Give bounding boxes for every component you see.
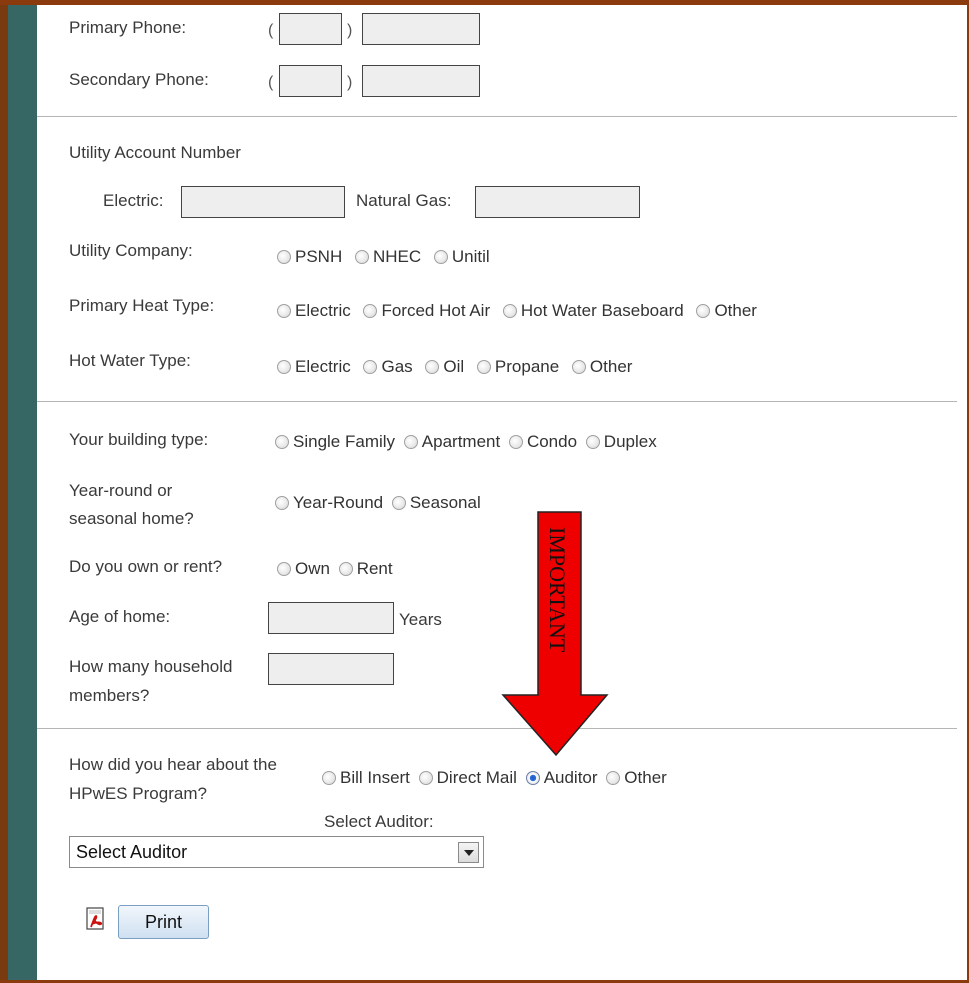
electric-account-input[interactable] [181, 186, 345, 218]
pdf-icon[interactable] [86, 907, 108, 931]
radio-nhec[interactable] [354, 250, 369, 264]
divider [37, 728, 957, 729]
radio-duplex[interactable] [585, 435, 600, 449]
paren-open: ( [268, 74, 274, 91]
paren-open: ( [268, 22, 274, 39]
referral-options: Bill Insert Direct Mail Auditor Other [320, 768, 673, 788]
option-label: Auditor [543, 768, 598, 787]
years-unit-label: Years [399, 610, 442, 629]
utility-company-label: Utility Company: [69, 241, 193, 260]
option-label: Electric [295, 357, 351, 376]
radio-unitil[interactable] [433, 250, 448, 264]
radio-heat-other[interactable] [696, 304, 711, 318]
radio-water-other[interactable] [571, 360, 586, 374]
important-text: IMPORTANT [545, 527, 570, 653]
paren-close: ) [347, 74, 353, 91]
utility-account-heading: Utility Account Number [69, 143, 241, 162]
radio-single-family[interactable] [275, 435, 289, 449]
option-label: Condo [526, 432, 578, 451]
option-label: Oil [443, 357, 465, 376]
option-label: Apartment [421, 432, 501, 451]
natural-gas-account-input[interactable] [475, 186, 640, 218]
option-label: Rent [356, 559, 393, 578]
radio-heat-electric[interactable] [277, 304, 291, 318]
option-label: Unitil [451, 247, 490, 266]
household-members-label-line2: members? [69, 686, 150, 705]
radio-direct-mail[interactable] [418, 771, 433, 785]
option-label: Duplex [603, 432, 657, 451]
option-label: Other [589, 357, 633, 376]
option-label: Seasonal [409, 493, 481, 512]
referral-label-line1: How did you hear about the [69, 755, 277, 774]
radio-condo[interactable] [508, 435, 523, 449]
radio-rent[interactable] [338, 562, 353, 576]
building-type-label: Your building type: [69, 430, 209, 449]
divider [37, 116, 957, 117]
water-type-options: Electric Gas Oil Propane Other [275, 357, 638, 377]
secondary-area-code-input[interactable] [279, 65, 342, 97]
primary-area-code-input[interactable] [279, 13, 342, 45]
utility-company-options: PSNH NHEC Unitil [275, 247, 496, 267]
own-rent-label: Do you own or rent? [69, 557, 223, 576]
radio-heat-baseboard[interactable] [502, 304, 517, 318]
paren-close: ) [347, 22, 353, 39]
option-label: NHEC [372, 247, 422, 266]
divider [37, 401, 957, 402]
secondary-phone-label: Secondary Phone: [69, 70, 209, 89]
season-label-line1: Year-round or [69, 481, 173, 500]
important-arrow: IMPORTANT [501, 511, 609, 757]
radio-year-round[interactable] [275, 496, 289, 510]
natural-gas-label: Natural Gas: [356, 191, 452, 210]
option-label: Own [295, 559, 330, 578]
option-label: Propane [494, 357, 560, 376]
radio-apartment[interactable] [403, 435, 418, 449]
option-label: Other [624, 768, 667, 787]
age-of-home-label: Age of home: [69, 607, 171, 626]
option-label: Year-Round [293, 493, 384, 512]
option-label: Hot Water Baseboard [520, 301, 684, 320]
select-auditor-label: Select Auditor: [324, 812, 434, 831]
option-label: Bill Insert [340, 768, 410, 787]
radio-water-propane[interactable] [476, 360, 491, 374]
radio-seasonal[interactable] [391, 496, 406, 510]
heat-type-options: Electric Forced Hot Air Hot Water Basebo… [275, 301, 763, 321]
option-label: Electric [295, 301, 351, 320]
household-members-input[interactable] [268, 653, 394, 685]
radio-water-electric[interactable] [277, 360, 291, 374]
radio-heat-forced-air[interactable] [363, 304, 378, 318]
own-rent-options: Own Rent [275, 559, 399, 579]
age-of-home-input[interactable] [268, 602, 394, 634]
secondary-phone-input[interactable] [362, 65, 480, 97]
hot-water-label: Hot Water Type: [69, 351, 191, 370]
season-label-line2: seasonal home? [69, 509, 194, 528]
radio-auditor[interactable] [525, 771, 540, 785]
option-label: Single Family [293, 432, 396, 451]
auditor-select[interactable]: Select Auditor [69, 836, 484, 868]
referral-label-line2: HPwES Program? [69, 784, 207, 803]
radio-own[interactable] [277, 562, 291, 576]
option-label: Other [714, 301, 757, 320]
building-type-options: Single Family Apartment Condo Duplex [273, 432, 663, 452]
radio-water-gas[interactable] [363, 360, 378, 374]
chevron-down-icon[interactable] [458, 842, 479, 863]
electric-label: Electric: [103, 191, 164, 210]
season-options: Year-Round Seasonal [273, 493, 487, 513]
option-label: Gas [381, 357, 413, 376]
primary-phone-input[interactable] [362, 13, 480, 45]
radio-bill-insert[interactable] [322, 771, 336, 785]
radio-water-oil[interactable] [425, 360, 440, 374]
primary-phone-label: Primary Phone: [69, 18, 187, 37]
radio-other[interactable] [606, 771, 621, 785]
primary-heat-label: Primary Heat Type: [69, 296, 215, 315]
household-members-label-line1: How many household [69, 657, 233, 676]
print-button[interactable]: Print [118, 905, 209, 939]
option-label: Forced Hot Air [381, 301, 491, 320]
option-label: Direct Mail [436, 768, 517, 787]
option-label: PSNH [295, 247, 343, 266]
radio-psnh[interactable] [277, 250, 291, 264]
